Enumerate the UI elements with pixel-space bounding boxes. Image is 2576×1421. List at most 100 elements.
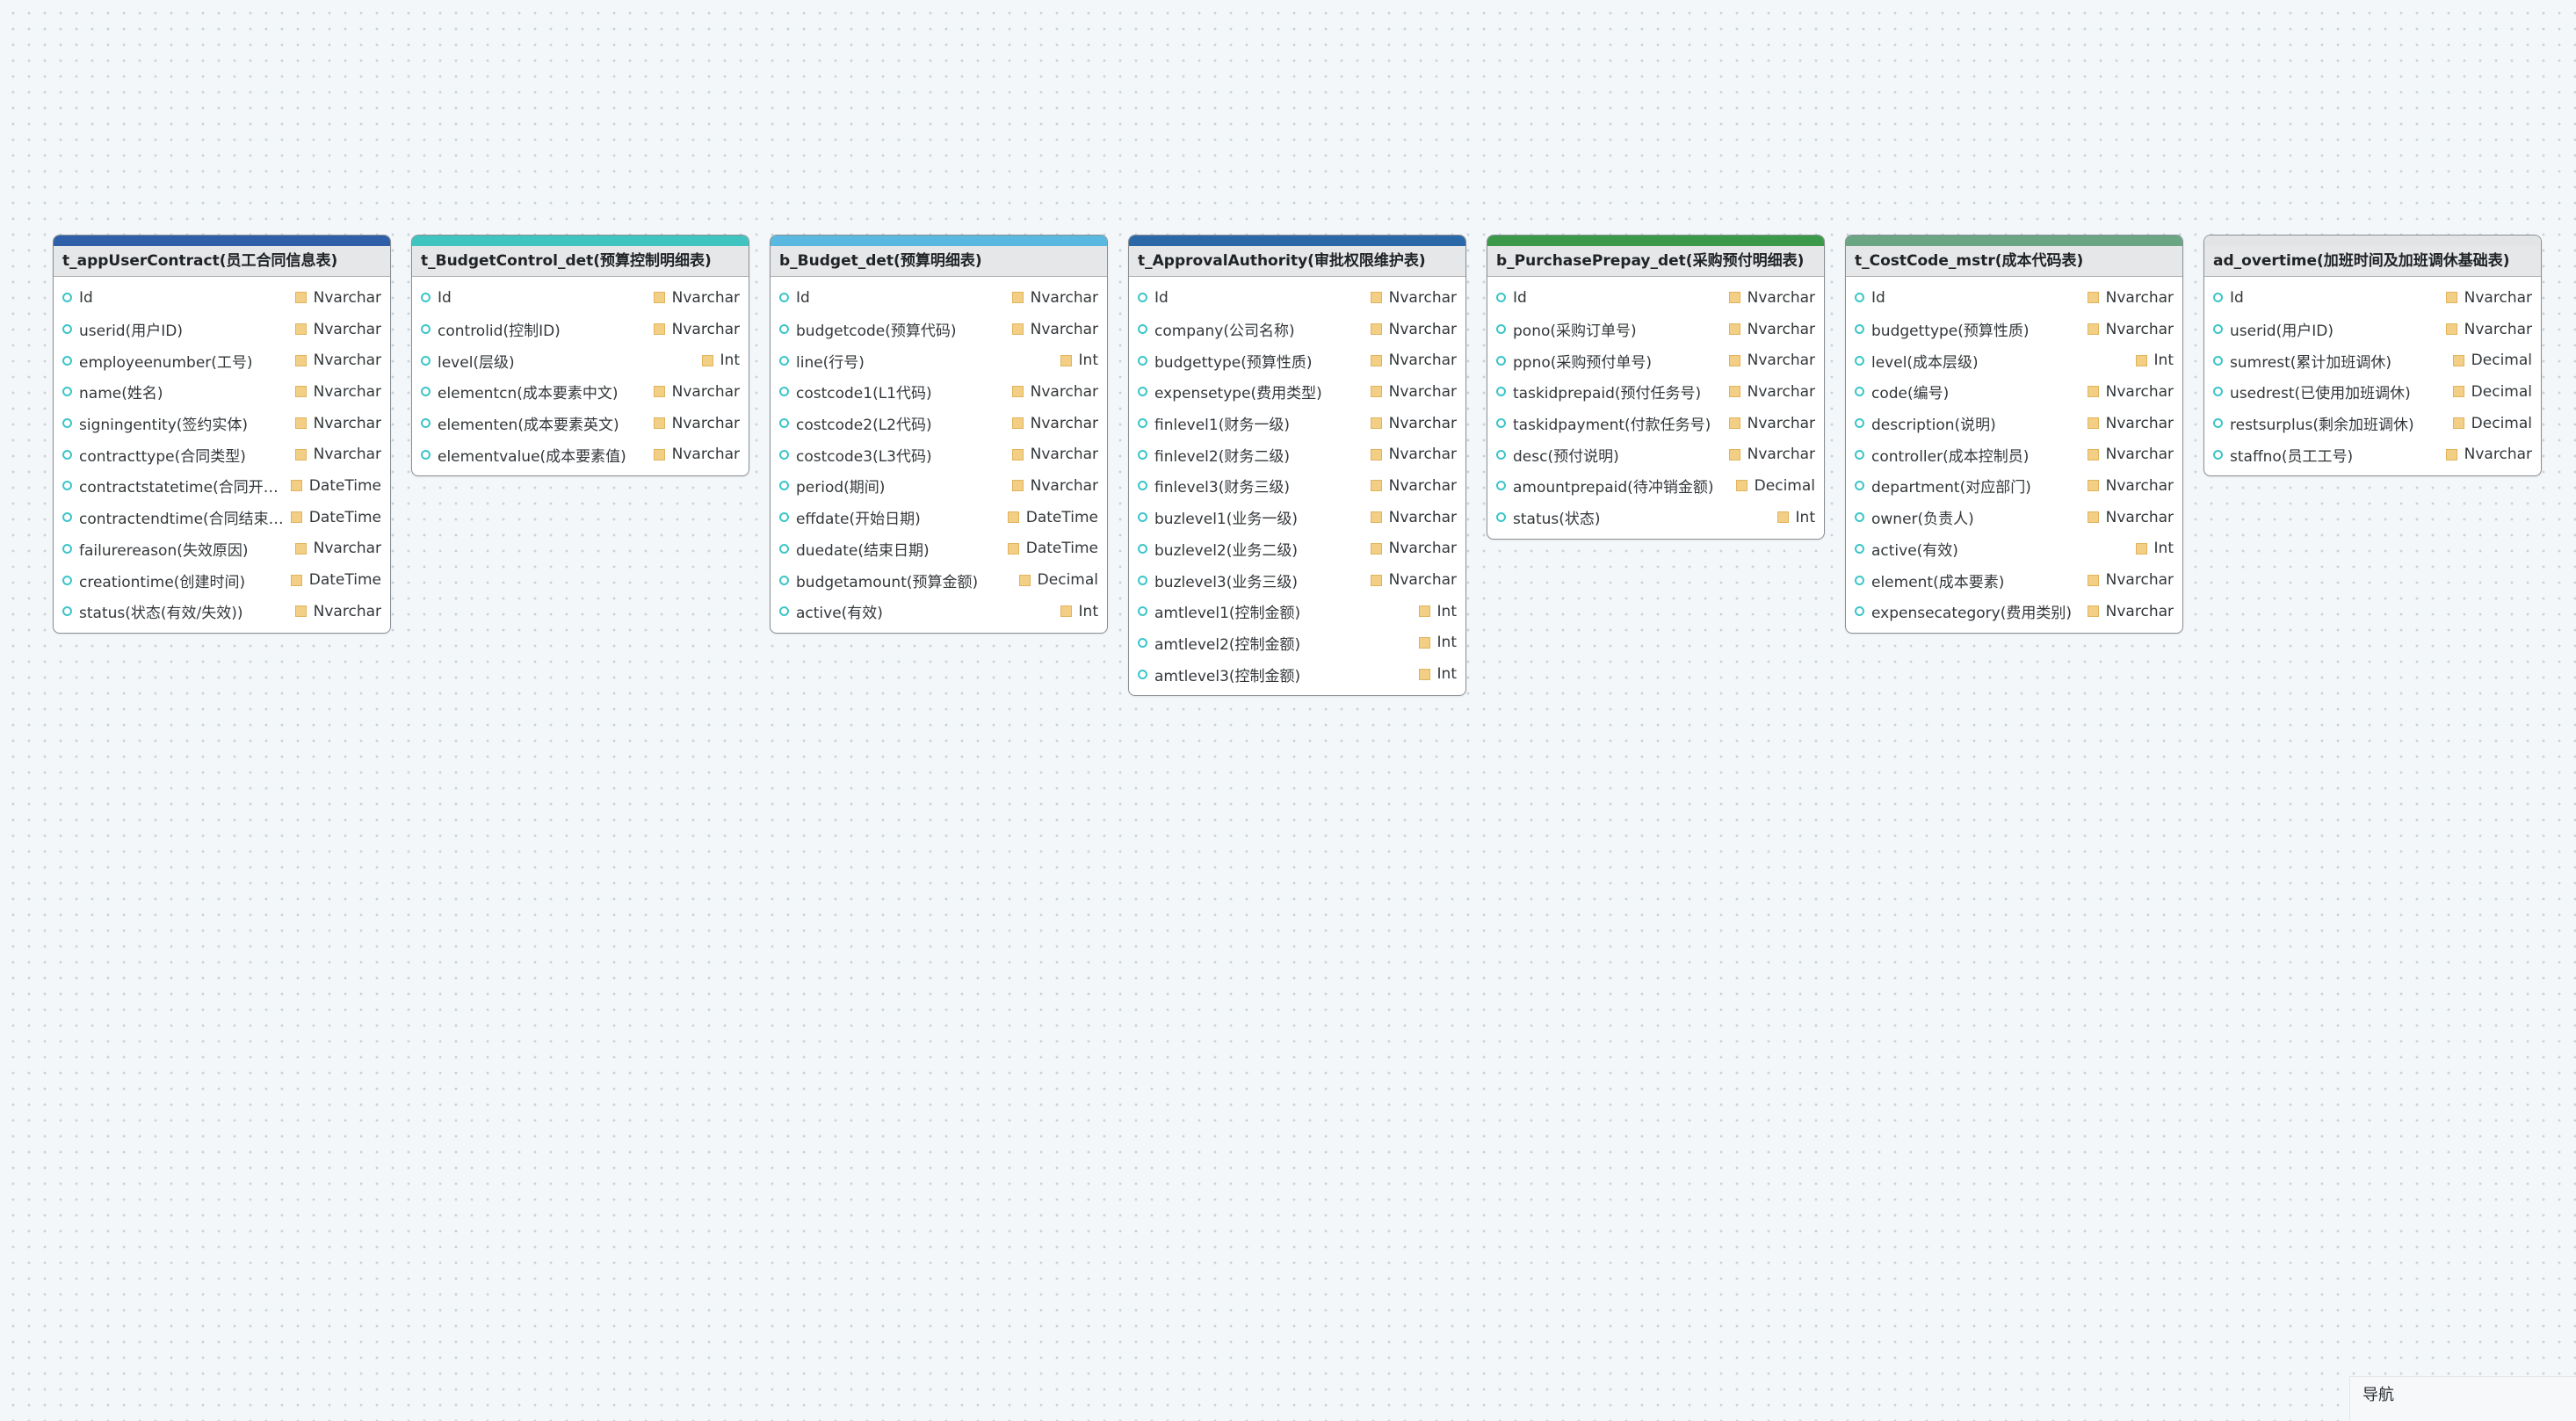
field-row[interactable]: controller(成本控制员) Nvarchar <box>1846 439 2182 470</box>
field-row[interactable]: active(有效) Int <box>771 596 1107 627</box>
field-row[interactable]: level(成本层级) Int <box>1846 344 2182 376</box>
field-type: Nvarchar <box>1388 414 1457 432</box>
field-row[interactable]: contractstatetime(合同开始时... DateTime <box>54 470 390 502</box>
table-card[interactable]: ad_overtime(加班时间及加班调休基础表) Id Nvarchar useri… <box>2203 235 2542 477</box>
field-row[interactable]: taskidpayment(付款任务号) Nvarchar <box>1487 408 1824 439</box>
field-circle-icon <box>1138 543 1147 554</box>
field-row[interactable]: costcode3(L3代码) Nvarchar <box>771 439 1107 470</box>
table-title[interactable]: b_PurchasePrepay_det(采购预付明细表) <box>1487 246 1824 277</box>
field-type-icon <box>653 417 665 430</box>
field-row[interactable]: period(期间) Nvarchar <box>771 470 1107 502</box>
field-row[interactable]: effdate(开始日期) DateTime <box>771 502 1107 533</box>
field-row[interactable]: finlevel3(财务三级) Nvarchar <box>1129 470 1465 502</box>
field-row[interactable]: level(层级) Int <box>412 344 749 376</box>
field-row[interactable]: description(说明) Nvarchar <box>1846 408 2182 439</box>
field-row[interactable]: staffno(员工工号) Nvarchar <box>2204 439 2541 470</box>
field-row[interactable]: element(成本要素) Nvarchar <box>1846 564 2182 596</box>
field-row[interactable]: buzlevel2(业务二级) Nvarchar <box>1129 533 1465 565</box>
table-card[interactable]: t_BudgetControl_det(预算控制明细表) Id Nvarchar co… <box>411 235 749 477</box>
field-row[interactable]: userid(用户ID) Nvarchar <box>54 314 390 345</box>
field-row[interactable]: Id Nvarchar <box>412 282 749 314</box>
field-row[interactable]: contractendtime(合同结束时间) DateTime <box>54 502 390 533</box>
field-row[interactable]: failurereason(失效原因) Nvarchar <box>54 533 390 565</box>
field-row[interactable]: budgetamount(预算金额) Decimal <box>771 564 1107 596</box>
field-row[interactable]: code(编号) Nvarchar <box>1846 376 2182 408</box>
field-row[interactable]: active(有效) Int <box>1846 533 2182 565</box>
field-row[interactable]: taskidprepaid(预付任务号) Nvarchar <box>1487 376 1824 408</box>
field-row[interactable]: line(行号) Int <box>771 344 1107 376</box>
field-row[interactable]: Id Nvarchar <box>1846 282 2182 314</box>
table-title[interactable]: b_Budget_det(预算明细表) <box>771 246 1107 277</box>
field-row[interactable]: creationtime(创建时间) DateTime <box>54 564 390 596</box>
field-type-icon <box>2087 605 2099 618</box>
table-title[interactable]: t_CostCode_mstr(成本代码表) <box>1846 246 2182 277</box>
table-card[interactable]: t_CostCode_mstr(成本代码表) Id Nvarchar budgetty… <box>1845 235 2183 634</box>
table-title[interactable]: t_appUserContract(员工合同信息表) <box>54 246 390 277</box>
field-row[interactable]: userid(用户ID) Nvarchar <box>2204 314 2541 345</box>
field-type: Nvarchar <box>1388 320 1457 338</box>
field-row[interactable]: buzlevel1(业务一级) Nvarchar <box>1129 502 1465 533</box>
table-card[interactable]: t_appUserContract(员工合同信息表) Id Nvarchar user… <box>53 235 391 634</box>
field-row[interactable]: status(状态) Int <box>1487 502 1824 533</box>
field-row[interactable]: elementen(成本要素英文) Nvarchar <box>412 408 749 439</box>
field-row[interactable]: desc(预付说明) Nvarchar <box>1487 439 1824 470</box>
field-row[interactable]: amtlevel1(控制金额) Int <box>1129 596 1465 627</box>
field-type: Int <box>1078 352 1098 370</box>
field-row[interactable]: amountprepaid(待冲销金额) Decimal <box>1487 470 1824 502</box>
field-circle-icon <box>1138 387 1147 397</box>
field-row[interactable]: pono(采购订单号) Nvarchar <box>1487 314 1824 345</box>
table-title[interactable]: t_BudgetControl_det(预算控制明细表) <box>412 246 749 277</box>
field-row[interactable]: status(状态(有效/失效)) Nvarchar <box>54 596 390 627</box>
field-row[interactable]: company(公司名称) Nvarchar <box>1129 314 1465 345</box>
field-row[interactable]: Id Nvarchar <box>771 282 1107 314</box>
field-row[interactable]: Id Nvarchar <box>54 282 390 314</box>
navigator-panel[interactable]: 导航 <box>2349 1376 2576 1421</box>
field-row[interactable]: duedate(结束日期) DateTime <box>771 533 1107 565</box>
field-row[interactable]: budgetcode(预算代码) Nvarchar <box>771 314 1107 345</box>
table-card[interactable]: t_ApprovalAuthority(审批权限维护表) Id Nvarchar co… <box>1128 235 1466 696</box>
field-row[interactable]: elementcn(成本要素中文) Nvarchar <box>412 376 749 408</box>
field-circle-icon <box>1496 293 1506 303</box>
table-card[interactable]: b_Budget_det(预算明细表) Id Nvarchar budgetcode(… <box>770 235 1108 634</box>
field-row[interactable]: usedrest(已使用加班调休) Decimal <box>2204 376 2541 408</box>
field-row[interactable]: signingentity(签约实体) Nvarchar <box>54 408 390 439</box>
field-circle-icon <box>1496 481 1506 491</box>
field-row[interactable]: finlevel1(财务一级) Nvarchar <box>1129 408 1465 439</box>
field-row[interactable]: contracttype(合同类型) Nvarchar <box>54 439 390 470</box>
field-row[interactable]: elementvalue(成本要素值) Nvarchar <box>412 439 749 470</box>
field-type-icon <box>1011 480 1024 492</box>
field-row[interactable]: owner(负责人) Nvarchar <box>1846 502 2182 533</box>
field-row[interactable]: expensetype(费用类型) Nvarchar <box>1129 376 1465 408</box>
field-row[interactable]: Id Nvarchar <box>1487 282 1824 314</box>
field-name: buzlevel2(业务二级) <box>1154 541 1298 560</box>
diagram-canvas[interactable]: t_appUserContract(员工合同信息表) Id Nvarchar user… <box>0 0 2576 1421</box>
field-row[interactable]: amtlevel3(控制金额) Int <box>1129 658 1465 690</box>
field-name: staffno(员工工号) <box>2230 447 2354 466</box>
field-row[interactable]: ppno(采购预付单号) Nvarchar <box>1487 344 1824 376</box>
field-row[interactable]: expensecategory(费用类别) Nvarchar <box>1846 596 2182 627</box>
field-row[interactable]: finlevel2(财务二级) Nvarchar <box>1129 439 1465 470</box>
field-row[interactable]: buzlevel3(业务三级) Nvarchar <box>1129 564 1465 596</box>
field-type-icon <box>1370 354 1382 366</box>
field-type: Nvarchar <box>1388 382 1457 401</box>
field-type-icon <box>294 354 307 366</box>
field-row[interactable]: sumrest(累计加班调休) Decimal <box>2204 344 2541 376</box>
field-row[interactable]: costcode1(L1代码) Nvarchar <box>771 376 1107 408</box>
table-title[interactable]: t_ApprovalAuthority(审批权限维护表) <box>1129 246 1465 277</box>
field-row[interactable]: Id Nvarchar <box>2204 282 2541 314</box>
field-row[interactable]: amtlevel2(控制金额) Int <box>1129 627 1465 659</box>
field-name: ppno(采购预付单号) <box>1513 353 1653 372</box>
table-card[interactable]: b_PurchasePrepay_det(采购预付明细表) Id Nvarchar p… <box>1487 235 1825 540</box>
field-row[interactable]: department(对应部门) Nvarchar <box>1846 470 2182 502</box>
field-row[interactable]: budgettype(预算性质) Nvarchar <box>1129 344 1465 376</box>
field-row[interactable]: budgettype(预算性质) Nvarchar <box>1846 314 2182 345</box>
field-type-icon <box>1370 511 1382 524</box>
field-row[interactable]: name(姓名) Nvarchar <box>54 376 390 408</box>
field-row[interactable]: employeenumber(工号) Nvarchar <box>54 344 390 376</box>
field-row[interactable]: Id Nvarchar <box>1129 282 1465 314</box>
table-title[interactable]: ad_overtime(加班时间及加班调休基础表) <box>2204 246 2541 277</box>
field-row[interactable]: restsurplus(剩余加班调休) Decimal <box>2204 408 2541 439</box>
field-row[interactable]: controlid(控制ID) Nvarchar <box>412 314 749 345</box>
field-type: Nvarchar <box>2105 382 2174 401</box>
field-row[interactable]: costcode2(L2代码) Nvarchar <box>771 408 1107 439</box>
